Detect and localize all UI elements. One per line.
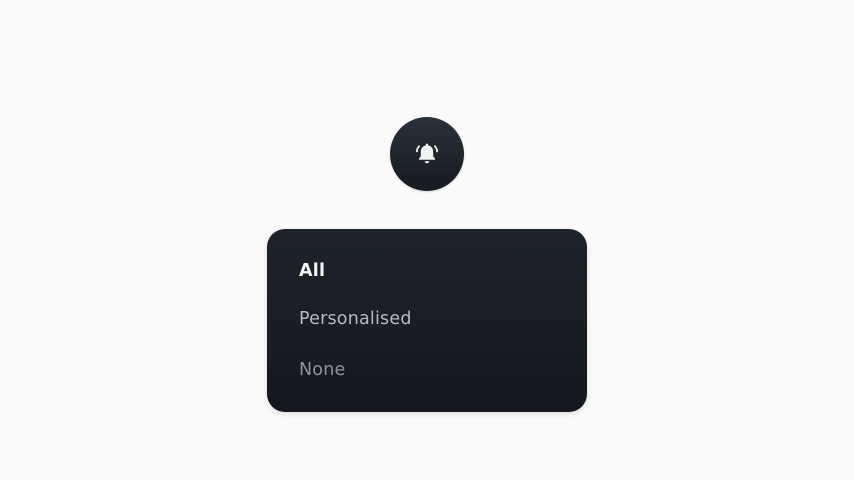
- menu-option-none[interactable]: None: [299, 355, 587, 385]
- notification-settings-stage: All Personalised None: [0, 0, 854, 480]
- menu-option-all[interactable]: All: [299, 256, 587, 286]
- menu-option-personalised[interactable]: Personalised: [299, 304, 587, 334]
- bell-ringing-icon: [416, 143, 438, 164]
- notification-bell-button[interactable]: [390, 117, 464, 191]
- notification-options-menu: All Personalised None: [267, 229, 587, 412]
